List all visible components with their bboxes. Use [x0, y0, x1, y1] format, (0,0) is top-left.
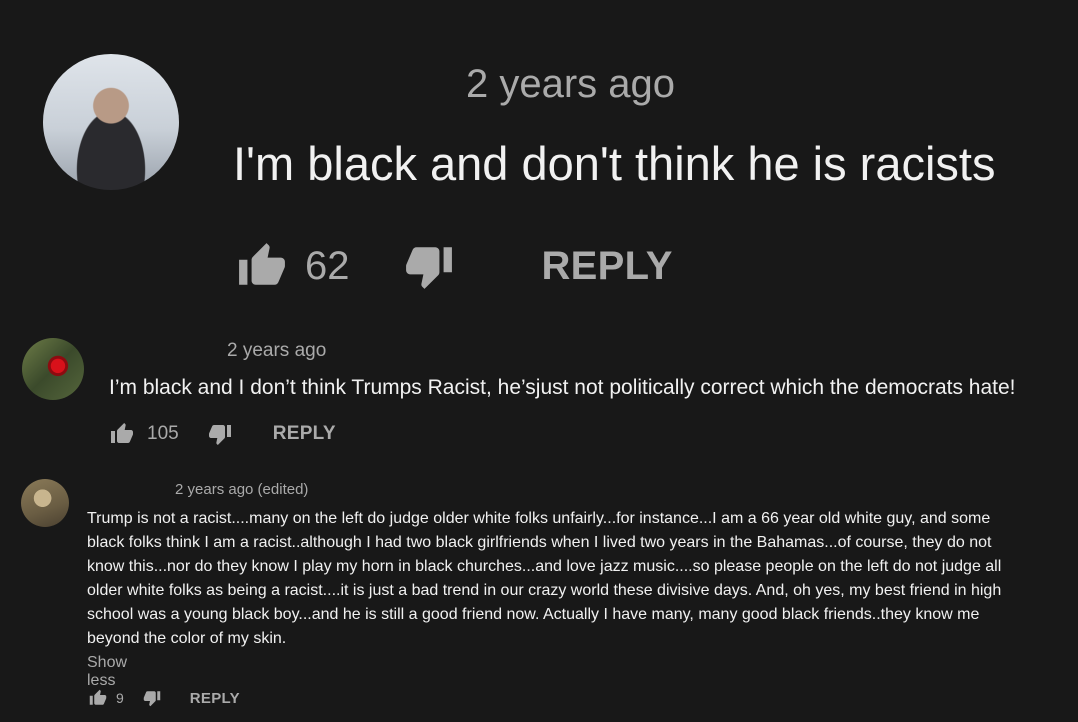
comment-text: Trump is not a racist....many on the lef… — [87, 510, 1002, 647]
thumbs-up-icon[interactable] — [235, 241, 289, 291]
comment-actions: 105 REPLY — [109, 420, 336, 448]
thumbs-down-icon[interactable] — [142, 689, 162, 707]
reply-button[interactable]: REPLY — [190, 690, 240, 707]
comment-text: I'm black and don't think he is racists — [233, 137, 996, 190]
user-avatar-icon[interactable] — [43, 54, 179, 190]
show-less-link[interactable]: Show less — [87, 654, 127, 690]
like-count: 62 — [305, 243, 350, 288]
comment-timestamp[interactable]: 2 years ago (edited) — [175, 481, 308, 498]
like-count: 105 — [147, 423, 179, 444]
comment-actions: 9 REPLY — [88, 687, 240, 709]
thumbs-down-icon[interactable] — [402, 241, 456, 291]
comment-actions: 62 REPLY — [235, 238, 673, 294]
like-count: 9 — [116, 690, 124, 706]
reply-button[interactable]: REPLY — [542, 244, 673, 289]
rose-avatar-icon[interactable] — [22, 338, 84, 400]
thumbs-up-icon[interactable] — [88, 689, 108, 707]
thumbs-down-icon[interactable] — [207, 422, 233, 446]
comment-text: I’m black and I don’t think Trumps Racis… — [109, 376, 1016, 399]
comment-timestamp[interactable]: 2 years ago — [466, 62, 675, 107]
comment-timestamp[interactable]: 2 years ago — [227, 340, 326, 362]
thumbs-up-icon[interactable] — [109, 422, 135, 446]
user-avatar-icon[interactable] — [21, 479, 69, 527]
reply-button[interactable]: REPLY — [273, 423, 336, 445]
